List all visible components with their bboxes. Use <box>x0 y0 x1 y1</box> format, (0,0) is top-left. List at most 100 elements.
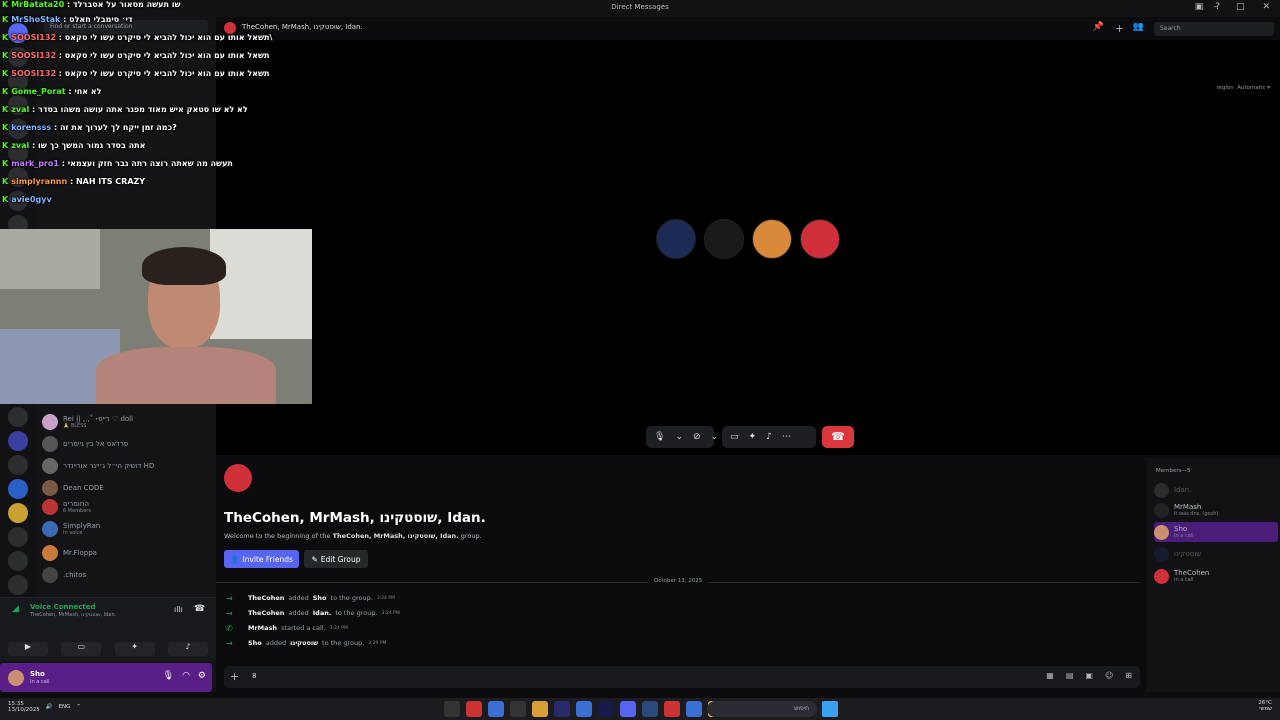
members-header: Members—5 <box>1156 468 1191 474</box>
gift-icon[interactable]: ▦ <box>1046 671 1054 680</box>
app-icon[interactable] <box>532 701 548 717</box>
dm-item[interactable]: דושיק הי״ל ג׳יינר אוריינדר HD <box>42 456 210 476</box>
weather-widget[interactable]: 26°C שמשי <box>1258 700 1272 712</box>
dm-item[interactable]: Rei || ,.,˚ ˖רייס ♡ doll 🙏 BLESS <box>42 412 210 432</box>
apps-icon[interactable]: ⊞ <box>1125 671 1132 680</box>
member-item[interactable]: Idan. <box>1154 480 1278 500</box>
call-area: region Automatic ▾ 🎙 ⌄ ⊘ ⌄ ▭ ✦ ♪ ⋯ ☎ <box>216 40 1280 455</box>
screenshare-icon[interactable]: ▭ <box>730 432 739 442</box>
disconnect-icon[interactable]: ☎ <box>194 604 205 614</box>
dm-item[interactable]: החומרים 6 Members <box>42 497 210 517</box>
app-icon[interactable] <box>488 701 504 717</box>
activity-icon[interactable]: ✦ <box>749 432 757 442</box>
server-icon[interactable] <box>8 551 28 571</box>
taskbar-search[interactable]: חיפוש <box>707 701 817 717</box>
member-item[interactable]: Sho In a call <box>1154 522 1278 542</box>
member-item[interactable]: MrMash it was dns. (gosh) <box>1154 500 1278 520</box>
plus-icon[interactable]: + <box>230 670 239 683</box>
member-item[interactable]: שוסטקינו <box>1154 544 1278 564</box>
soundboard-icon[interactable]: ♪ <box>766 432 772 442</box>
discord-app: Direct Messages ▣ ? – □ ✕ Find or start … <box>0 0 1280 720</box>
app-icon[interactable] <box>686 701 702 717</box>
emoji-icon[interactable]: ☺ <box>1105 671 1113 680</box>
discord-app-icon[interactable] <box>620 701 636 717</box>
clock[interactable]: 15:35 13/10/2025 <box>8 701 40 713</box>
user-panel[interactable]: Sho In a call 🎙 ◠ ⚙ <box>0 663 212 692</box>
chevron-down-icon[interactable]: ⌄ <box>711 432 719 442</box>
close-icon[interactable]: ✕ <box>1262 2 1270 12</box>
dm-item[interactable]: Mr.Floppa <box>42 543 210 563</box>
chat-area: TheCohen, MrMash, שוסטקינו, Idan. Welcom… <box>216 458 1146 692</box>
signal-icon[interactable]: ◢ <box>12 604 19 614</box>
server-icon[interactable] <box>8 407 28 427</box>
dm-item[interactable]: פרדאס אל בין גיימרים <box>42 434 210 454</box>
app-icon[interactable] <box>598 701 614 717</box>
soundboard-icon[interactable]: ♪ <box>167 642 208 656</box>
avatar <box>42 436 58 452</box>
app-icon[interactable] <box>510 701 526 717</box>
app-icon[interactable] <box>466 701 482 717</box>
app-icon[interactable] <box>664 701 680 717</box>
participant-avatar[interactable] <box>704 219 744 259</box>
dm-status: In voice <box>63 530 83 536</box>
gif-icon[interactable]: ▤ <box>1066 671 1074 680</box>
invite-friends-button[interactable]: 👤 Invite Friends <box>224 550 299 568</box>
more-icon[interactable]: ⋯ <box>782 432 791 442</box>
maximize-icon[interactable]: □ <box>1236 2 1245 12</box>
stream-chat-line: K SOOSI132 : תשאל אותו עם הוא יכול להביא … <box>2 51 270 60</box>
inbox-icon[interactable]: ▣ <box>1195 2 1204 12</box>
region-selector[interactable]: region Automatic ▾ <box>1216 85 1270 91</box>
search-input[interactable]: Search <box>1154 22 1274 36</box>
headphones-icon[interactable]: ◠ <box>182 671 190 681</box>
windows-start-icon[interactable] <box>822 701 838 717</box>
volume-icon[interactable]: 🔊 <box>46 704 53 710</box>
camera-icon[interactable]: ▶ <box>8 642 48 656</box>
app-icon[interactable] <box>444 701 460 717</box>
stream-chat-line: Kavie0gyv <box>2 195 52 204</box>
pin-icon[interactable]: 📌 <box>1093 22 1104 32</box>
member-item[interactable]: TheCohen In a call <box>1154 566 1278 586</box>
server-icon[interactable] <box>8 575 28 595</box>
activity-icon[interactable]: ✦ <box>114 642 155 656</box>
participant-avatar[interactable] <box>800 219 840 259</box>
dm-item[interactable]: Dean CODE <box>42 478 210 498</box>
call-controls: ▭ ✦ ♪ ⋯ <box>722 426 816 448</box>
message-input-value[interactable]: 8 <box>252 672 256 680</box>
participant-avatar[interactable] <box>752 219 792 259</box>
server-icon[interactable] <box>8 479 28 499</box>
camera-off-icon[interactable]: ⊘ <box>693 432 701 442</box>
system-message: → TheCohen added Sho to the group. 3:24 … <box>226 593 395 603</box>
dm-status: 6 Members <box>63 508 91 514</box>
message-input[interactable]: + 8 ▦ ▤ ▣ ☺ ⊞ <box>224 666 1140 688</box>
server-icon[interactable] <box>8 431 28 451</box>
language-indicator[interactable]: ENG <box>59 704 71 710</box>
server-icon[interactable] <box>8 503 28 523</box>
add-member-icon[interactable]: ＋ <box>1115 22 1124 35</box>
app-icon[interactable] <box>576 701 592 717</box>
minimize-icon[interactable]: – <box>1213 2 1218 12</box>
microphone-icon[interactable]: 🎙 <box>163 671 174 681</box>
add-user-icon: 👤 <box>230 554 240 564</box>
chevron-up-icon[interactable]: ⌃ <box>76 704 81 710</box>
edit-group-button[interactable]: ✎ Edit Group <box>304 550 368 568</box>
screenshare-icon[interactable]: ▭ <box>61 642 102 656</box>
system-message: → Sho added שוסטקינו to the group. 3:29 … <box>226 638 387 648</box>
avatar <box>1154 524 1169 540</box>
hang-up-button[interactable]: ☎ <box>822 426 854 448</box>
steam-icon[interactable] <box>642 701 658 717</box>
app-icon[interactable] <box>554 701 570 717</box>
microphone-icon[interactable]: 🎙 <box>654 432 665 442</box>
dm-item[interactable]: SimplyRan In voice <box>42 519 210 539</box>
members-icon[interactable]: 👥 <box>1133 22 1144 32</box>
welcome-text: Welcome to the beginning of the TheCohen… <box>224 532 482 540</box>
sticker-icon[interactable]: ▣ <box>1085 671 1093 680</box>
server-icon[interactable] <box>8 527 28 547</box>
participant-avatar[interactable] <box>656 219 696 259</box>
server-icon[interactable] <box>8 455 28 475</box>
arrow-right-icon: → <box>226 593 233 603</box>
voice-channel-name[interactable]: TheCohen, MrMash, שוסטקינו, Idan. <box>30 612 116 618</box>
dm-item[interactable]: .chitos <box>42 565 210 585</box>
chevron-down-icon[interactable]: ⌄ <box>675 432 683 442</box>
gear-icon[interactable]: ⚙ <box>198 671 206 681</box>
noise-suppression-icon[interactable]: ıllı <box>174 605 183 614</box>
